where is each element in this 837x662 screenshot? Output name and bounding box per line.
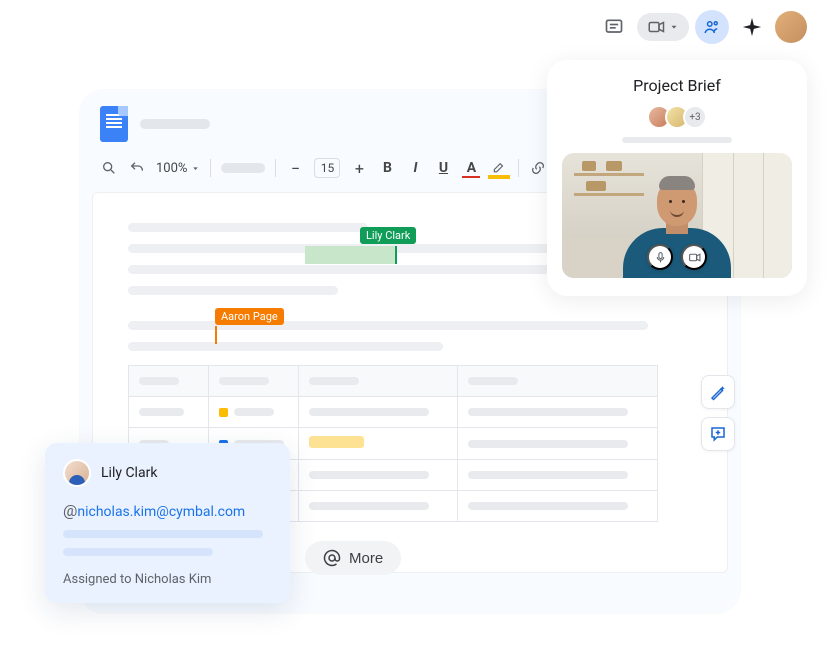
magic-pencil-icon — [709, 383, 727, 401]
comment-popover: Lily Clark @nicholas.kim@cymbal.com Assi… — [45, 443, 290, 603]
open-chat-button[interactable] — [597, 10, 631, 44]
comment-author-name: Lily Clark — [101, 465, 157, 481]
zoom-selector[interactable]: 100% — [156, 161, 200, 176]
document-title[interactable] — [140, 119, 210, 129]
dropdown-caret-icon — [191, 164, 200, 173]
add-comment-button[interactable] — [701, 417, 735, 451]
brief-subtitle-placeholder — [622, 137, 732, 143]
mic-icon — [654, 251, 667, 264]
share-button[interactable] — [695, 10, 729, 44]
mention-at: @ — [63, 501, 77, 520]
more-chip-button[interactable]: More — [305, 541, 401, 575]
share-people-icon — [703, 18, 721, 36]
toggle-mic-button[interactable] — [647, 244, 673, 270]
comment-author-avatar[interactable] — [63, 459, 91, 487]
paragraph-style-selector[interactable] — [221, 163, 265, 173]
collab-cursor-orange — [215, 326, 217, 344]
side-tools — [701, 375, 735, 451]
italic-button[interactable]: I — [406, 160, 424, 176]
collab-cursor-orange-label: Aaron Page — [215, 308, 284, 325]
mention-icon — [323, 549, 341, 567]
font-size-field[interactable]: 15 — [314, 158, 340, 178]
highlight-button[interactable] — [490, 159, 508, 177]
comment-header: Lily Clark — [63, 459, 272, 487]
smart-compose-button[interactable] — [701, 375, 735, 409]
more-label: More — [349, 550, 383, 567]
insert-link-button[interactable] — [529, 159, 547, 177]
chat-icon — [604, 17, 624, 37]
decrease-font-button[interactable]: − — [286, 159, 304, 177]
brief-title: Project Brief — [561, 76, 793, 95]
google-docs-icon — [100, 106, 128, 142]
meet-video-tile[interactable] — [562, 153, 792, 278]
comment-plus-icon — [709, 425, 727, 443]
participant-overflow-count[interactable]: +3 — [683, 105, 707, 129]
top-user-toolbar — [597, 10, 807, 44]
table-row[interactable] — [129, 397, 658, 428]
account-avatar-button[interactable] — [775, 11, 807, 43]
brief-participants: +3 — [561, 105, 793, 129]
underline-button[interactable]: U — [434, 160, 452, 176]
collab-selection-green — [305, 246, 397, 264]
start-meet-button[interactable] — [637, 13, 689, 41]
search-icon[interactable] — [100, 159, 118, 177]
text-color-button[interactable]: A — [462, 160, 480, 176]
bold-button[interactable]: B — [378, 160, 396, 176]
toggle-camera-button[interactable] — [681, 244, 707, 270]
table-header-row — [129, 366, 658, 397]
mention-link[interactable]: nicholas.kim@cymbal.com — [77, 504, 245, 520]
collab-cursor-green-label: Lily Clark — [360, 227, 416, 244]
project-brief-panel: Project Brief +3 — [547, 60, 807, 296]
camera-icon — [688, 251, 701, 264]
gemini-star-icon — [741, 16, 763, 38]
dropdown-caret-icon — [669, 22, 679, 32]
video-controls — [647, 244, 707, 270]
zoom-value: 100% — [156, 161, 187, 176]
comment-body[interactable]: @nicholas.kim@cymbal.com — [63, 501, 272, 520]
gemini-ai-button[interactable] — [735, 10, 769, 44]
increase-font-button[interactable]: + — [350, 159, 368, 177]
video-icon — [647, 18, 665, 36]
assignment-text: Assigned to Nicholas Kim — [63, 572, 272, 587]
undo-icon[interactable] — [128, 159, 146, 177]
